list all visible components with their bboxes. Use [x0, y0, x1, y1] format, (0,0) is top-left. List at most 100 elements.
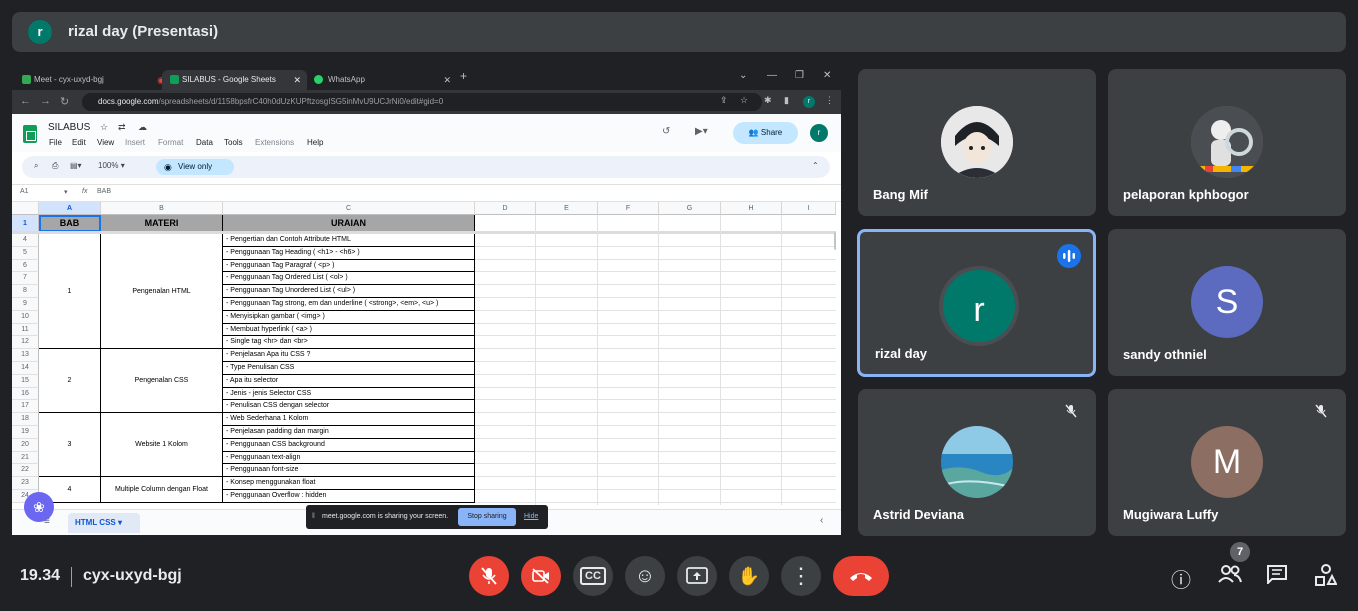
back-icon[interactable]: ← — [20, 95, 31, 107]
uraian-cell[interactable]: - Web Sederhana 1 Kolom — [223, 413, 475, 426]
spreadsheet-grid[interactable]: A B C D E F G H I 1 BAB MATERI URAIAN 45… — [12, 202, 836, 505]
print-icon[interactable]: ⎙ — [52, 161, 58, 171]
column-header-g[interactable]: G — [659, 202, 721, 215]
uraian-cell[interactable]: - Konsep menggunakan float — [223, 477, 475, 490]
uraian-cell[interactable]: - Penggunaan Tag Ordered List ( <ol> ) — [223, 272, 475, 286]
star-icon[interactable]: ☆ — [100, 122, 108, 133]
row-number[interactable]: 9 — [12, 298, 39, 311]
activities-icon[interactable] — [1315, 564, 1338, 592]
assistant-flower-icon[interactable]: ❀ — [24, 492, 54, 522]
view-only-button[interactable]: ◉ View only — [156, 159, 234, 175]
move-icon[interactable]: ⇄ — [118, 122, 126, 133]
menu-view[interactable]: View — [97, 138, 114, 147]
browser-tab-whatsapp[interactable]: WhatsApp ✕ — [312, 70, 457, 90]
menu-insert[interactable]: Insert — [125, 138, 145, 147]
participant-tile[interactable]: Astrid Deviana — [858, 389, 1096, 536]
hide-banner-link[interactable]: Hide — [524, 505, 538, 529]
format-paint-icon[interactable]: ▤▾ — [70, 161, 82, 170]
emoji-reaction-button[interactable]: ☺ — [625, 556, 665, 596]
reload-icon[interactable]: ↻ — [60, 95, 69, 108]
uraian-cell[interactable]: - Penggunaan Tag Paragraf ( <p> ) — [223, 259, 475, 273]
participant-tile[interactable]: M Mugiwara Luffy — [1108, 389, 1346, 536]
row-number[interactable]: 11 — [12, 323, 39, 337]
uraian-cell[interactable]: - Penggunaan text-align — [223, 451, 475, 465]
present-screen-button[interactable] — [677, 556, 717, 596]
uraian-cell[interactable]: - Penggunaan Tag Unordered List ( <ul> ) — [223, 285, 475, 298]
row-number[interactable]: 10 — [12, 310, 39, 324]
share-page-icon[interactable]: ⇪ — [720, 95, 728, 106]
close-window-icon[interactable]: ✕ — [823, 70, 831, 81]
account-avatar[interactable]: r — [810, 124, 828, 142]
browser-tab-meet[interactable]: Meet - cyx-uxyd-bgj ◉ ✕ — [22, 70, 183, 90]
leave-call-button[interactable] — [833, 556, 889, 596]
collapse-sheet-bar-icon[interactable]: ‹ — [820, 515, 823, 526]
menu-edit[interactable]: Edit — [72, 138, 86, 147]
header-cell-materi[interactable]: MATERI — [101, 215, 223, 232]
menu-help[interactable]: Help — [307, 138, 323, 147]
vertical-scrollbar[interactable] — [834, 232, 836, 250]
row-number[interactable]: 18 — [12, 413, 39, 426]
sheet-tab-html-css[interactable]: HTML CSS ▾ — [68, 513, 140, 533]
uraian-cell[interactable]: - Penjelasan padding dan margin — [223, 426, 475, 439]
row-number[interactable]: 1 — [12, 215, 39, 232]
menu-format[interactable]: Format — [158, 138, 183, 147]
uraian-cell[interactable]: - Penulisan CSS dengan selector — [223, 400, 475, 414]
share-button[interactable]: 👥 Share — [733, 122, 798, 144]
row-number[interactable]: 15 — [12, 374, 39, 388]
row-number[interactable]: 4 — [12, 234, 39, 247]
participant-tile[interactable]: r rizal day — [857, 229, 1096, 377]
history-icon[interactable]: ↺ — [662, 126, 670, 137]
bookmark-star-icon[interactable]: ☆ — [740, 95, 748, 106]
menu-extensions[interactable]: Extensions — [255, 138, 294, 147]
more-options-button[interactable]: ⋮ — [781, 556, 821, 596]
extensions-icon[interactable]: ✱ — [764, 95, 772, 106]
doc-title[interactable]: SILABUS — [48, 122, 90, 133]
materi-cell[interactable]: Multiple Column dengan Float — [101, 477, 223, 503]
row-number[interactable]: 6 — [12, 259, 39, 273]
column-header-e[interactable]: E — [536, 202, 598, 215]
raise-hand-button[interactable]: ✋ — [729, 556, 769, 596]
column-header-f[interactable]: F — [598, 202, 659, 215]
restore-icon[interactable]: ❐ — [795, 70, 804, 81]
uraian-cell[interactable]: - Single tag <hr> dan <br> — [223, 336, 475, 350]
participant-tile[interactable]: Bang Mif — [858, 69, 1096, 216]
close-icon[interactable]: ✕ — [293, 70, 301, 90]
people-icon[interactable] — [1217, 564, 1243, 590]
row-number[interactable]: 20 — [12, 438, 39, 452]
column-header-c[interactable]: C — [223, 202, 475, 215]
bab-cell[interactable]: 2 — [39, 349, 101, 414]
uraian-cell[interactable]: - Menyisipkan gambar ( <img> ) — [223, 310, 475, 324]
chat-icon[interactable] — [1266, 564, 1288, 590]
new-tab-icon[interactable]: + — [460, 69, 467, 83]
meeting-info-icon[interactable]: ⓘ — [1171, 564, 1191, 593]
name-box[interactable]: A1 — [20, 188, 29, 195]
browser-menu-icon[interactable]: ⋮ — [825, 95, 834, 106]
forward-icon[interactable]: → — [40, 95, 51, 107]
uraian-cell[interactable]: - Type Penulisan CSS — [223, 362, 475, 375]
uraian-cell[interactable]: - Penggunaan CSS background — [223, 438, 475, 452]
browser-tab-sheets[interactable]: SILABUS - Google Sheets ✕ — [162, 70, 307, 90]
bab-cell[interactable]: 1 — [39, 234, 101, 350]
uraian-cell[interactable]: - Penggunaan font-size — [223, 464, 475, 478]
sidebar-icon[interactable]: ▮ — [784, 95, 789, 106]
collapse-menu-icon[interactable]: ⌃ — [812, 161, 819, 170]
menu-data[interactable]: Data — [196, 138, 213, 147]
header-cell-uraian[interactable]: URAIAN — [223, 215, 475, 232]
column-header-a[interactable]: A — [39, 202, 101, 215]
materi-cell[interactable]: Pengenalan HTML — [101, 234, 223, 350]
header-cell-bab[interactable]: BAB — [39, 215, 101, 232]
participant-tile[interactable]: S sandy othniel — [1108, 229, 1346, 376]
uraian-cell[interactable]: - Penjelasan Apa itu CSS ? — [223, 349, 475, 362]
uraian-cell[interactable]: - Penggunaan Overflow : hidden — [223, 490, 475, 503]
uraian-cell[interactable]: - Penggunaan Tag strong, em dan underlin… — [223, 298, 475, 311]
drag-handle-icon[interactable]: ‖ — [312, 505, 315, 529]
close-icon[interactable]: ✕ — [443, 70, 451, 90]
mic-off-button[interactable] — [469, 556, 509, 596]
corner-cell[interactable] — [12, 202, 39, 215]
uraian-cell[interactable]: - Pengertian dan Contoh Attribute HTML — [223, 234, 475, 247]
column-header-d[interactable]: D — [475, 202, 536, 215]
stop-sharing-button[interactable]: Stop sharing — [458, 508, 516, 526]
row-number[interactable]: 12 — [12, 336, 39, 350]
menu-tools[interactable]: Tools — [224, 138, 243, 147]
formula-input[interactable]: BAB — [97, 188, 111, 195]
